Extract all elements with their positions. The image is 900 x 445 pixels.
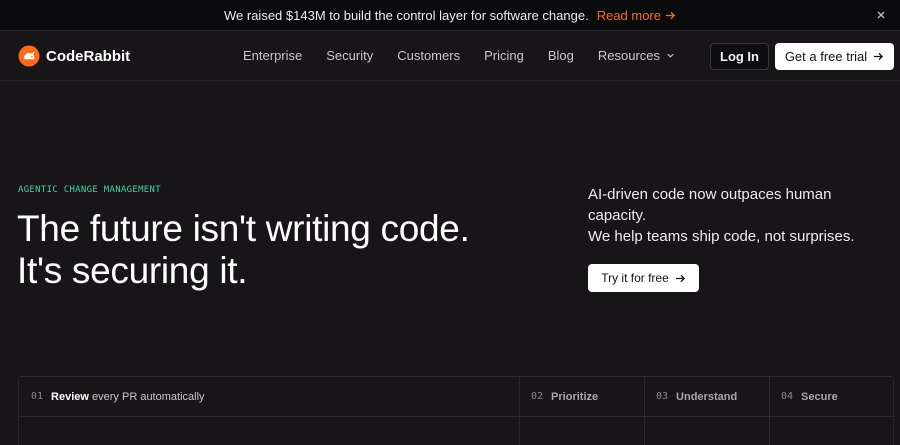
- top-navigation: CodeRabbit Enterprise Security Customers…: [0, 31, 900, 81]
- try-free-label: Try it for free: [601, 271, 669, 285]
- subheading-line-1: AI-driven code now outpaces human capaci…: [588, 186, 832, 224]
- nav-item-security[interactable]: Security: [326, 48, 373, 63]
- hero-subheading: AI-driven code now outpaces human capaci…: [588, 184, 888, 247]
- step-tab-review[interactable]: 01 Review every PR automatically: [31, 391, 205, 403]
- close-icon[interactable]: [874, 8, 888, 22]
- nav-item-enterprise[interactable]: Enterprise: [243, 48, 302, 63]
- nav-item-pricing[interactable]: Pricing: [484, 48, 524, 63]
- step-title: Secure: [801, 391, 838, 403]
- step-tab-prioritize[interactable]: 02 Prioritize: [531, 391, 598, 403]
- subheading-line-2: We help teams ship code, not surprises.: [588, 228, 855, 245]
- steps-column-divider: [519, 377, 520, 445]
- step-number: 01: [31, 391, 44, 402]
- steps-column-divider: [644, 377, 645, 445]
- try-free-button[interactable]: Try it for free: [588, 264, 699, 292]
- arrow-right-icon: [665, 11, 676, 19]
- hero-headline: The future isn't writing code. It's secu…: [17, 208, 470, 292]
- read-more-link[interactable]: Read more: [597, 8, 676, 23]
- step-tab-secure[interactable]: 04 Secure: [781, 391, 838, 403]
- rabbit-logo-icon: [18, 45, 40, 67]
- step-number: 04: [781, 391, 794, 402]
- step-number: 03: [656, 391, 669, 402]
- announcement-bar: We raised $143M to build the control lay…: [0, 0, 900, 31]
- step-description: every PR automatically: [92, 391, 205, 403]
- announcement-text: We raised $143M to build the control lay…: [224, 7, 589, 23]
- step-tab-understand[interactable]: 03 Understand: [656, 391, 737, 403]
- nav-item-customers[interactable]: Customers: [397, 48, 460, 63]
- step-title: Review: [51, 391, 89, 403]
- nav-item-resources[interactable]: Resources: [598, 48, 675, 63]
- nav-menu: Enterprise Security Customers Pricing Bl…: [243, 48, 675, 63]
- free-trial-label: Get a free trial: [784, 49, 868, 64]
- steps-column-divider: [769, 377, 770, 445]
- feature-steps-panel: 01 Review every PR automatically 02 Prio…: [18, 376, 895, 445]
- brand-name: CodeRabbit: [46, 47, 131, 65]
- headline-line-2: It's securing it.: [17, 250, 248, 291]
- arrow-right-icon: [675, 274, 685, 282]
- step-number: 02: [531, 391, 544, 402]
- hero-eyebrow: AGENTIC CHANGE MANAGEMENT: [18, 185, 161, 195]
- chevron-down-icon: [667, 53, 674, 58]
- steps-divider: [19, 416, 895, 417]
- step-title: Understand: [676, 391, 738, 403]
- brand-logo[interactable]: CodeRabbit: [18, 45, 130, 67]
- nav-item-blog[interactable]: Blog: [548, 48, 574, 63]
- login-button[interactable]: Log In: [710, 43, 769, 70]
- headline-line-1: The future isn't writing code.: [17, 208, 470, 249]
- free-trial-button[interactable]: Get a free trial: [775, 43, 894, 70]
- nav-item-resources-label: Resources: [597, 48, 660, 63]
- arrow-right-icon: [874, 52, 884, 61]
- read-more-label: Read more: [596, 7, 661, 23]
- step-title: Prioritize: [551, 391, 599, 403]
